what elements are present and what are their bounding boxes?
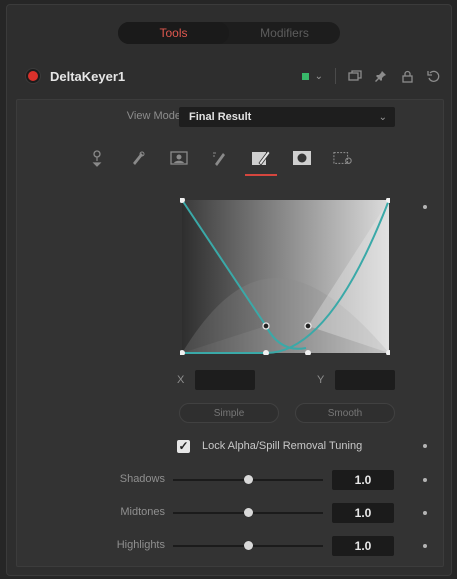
- lock-tuning-checkbox[interactable]: ✓: [177, 439, 190, 453]
- simple-button[interactable]: Simple: [179, 403, 279, 423]
- divider: [335, 68, 336, 84]
- tool-header[interactable]: DeltaKeyer1 ⌄: [16, 62, 442, 90]
- x-input[interactable]: [195, 370, 255, 390]
- shadows-reset-dot[interactable]: [423, 478, 427, 482]
- curve-reset-dot[interactable]: [423, 205, 427, 209]
- highlights-value-input[interactable]: 1.0: [332, 536, 394, 556]
- view-mode-label: View Mode: [126, 110, 181, 122]
- shadows-slider-handle[interactable]: [243, 475, 253, 484]
- page-icon-bar: [87, 148, 387, 176]
- lock-tuning-reset-dot[interactable]: [423, 444, 427, 448]
- midtones-slider-handle[interactable]: [243, 508, 253, 517]
- midtones-reset-dot[interactable]: [423, 511, 427, 515]
- lock-tuning-label: Lock Alpha/Spill Removal Tuning: [202, 440, 363, 452]
- pin-icon[interactable]: [374, 69, 388, 83]
- lock-tuning-row[interactable]: ✓ Lock Alpha/Spill Removal Tuning: [177, 437, 437, 455]
- reset-icon[interactable]: [426, 69, 440, 83]
- matte-icon[interactable]: [169, 148, 189, 168]
- curve-point-coordinates: X Y: [177, 370, 417, 392]
- controls-panel: View Mode Final Result ⌄ X Y Simple Smoo…: [16, 99, 444, 567]
- view-mode-row: View Mode Final Result ⌄: [17, 106, 443, 128]
- midtones-label: Midtones: [120, 506, 165, 518]
- tab-tools[interactable]: Tools: [118, 22, 229, 44]
- pre-matte-icon[interactable]: [128, 148, 148, 168]
- fringe-icon[interactable]: [210, 148, 230, 168]
- chevron-down-icon: ⌄: [378, 111, 387, 123]
- tool-enable-toggle[interactable]: [26, 69, 40, 83]
- highlights-label: Highlights: [116, 539, 165, 551]
- highlights-slider-handle[interactable]: [243, 541, 253, 550]
- midtones-value-input[interactable]: 1.0: [332, 503, 394, 523]
- curve-point: [262, 322, 270, 330]
- tuning-icon[interactable]: [245, 148, 277, 176]
- key-icon[interactable]: [87, 148, 107, 168]
- highlights-reset-dot[interactable]: [423, 544, 427, 548]
- view-mode-value: Final Result: [189, 111, 252, 123]
- shadows-slider-row: Shadows 1.0: [17, 470, 443, 490]
- chevron-down-icon[interactable]: ⌄: [315, 71, 323, 82]
- tab-modifiers[interactable]: Modifiers: [229, 22, 340, 44]
- mask-icon[interactable]: [292, 148, 312, 168]
- tool-name: DeltaKeyer1: [50, 68, 126, 84]
- y-input[interactable]: [335, 370, 395, 390]
- lock-icon[interactable]: [400, 69, 414, 83]
- view-mode-dropdown[interactable]: Final Result ⌄: [179, 107, 395, 127]
- settings-icon[interactable]: [333, 148, 353, 168]
- inspector-tabbar: Tools Modifiers: [118, 22, 340, 44]
- y-label: Y: [317, 374, 325, 386]
- color-tag-swatch[interactable]: [301, 72, 309, 80]
- curve-point: [304, 322, 312, 330]
- smooth-button[interactable]: Smooth: [295, 403, 395, 423]
- highlights-slider-row: Highlights 1.0: [17, 536, 443, 556]
- x-label: X: [177, 374, 185, 386]
- shadows-value-input[interactable]: 1.0: [332, 470, 394, 490]
- shadows-label: Shadows: [119, 473, 165, 485]
- curve-mode-buttons: Simple Smooth: [179, 403, 395, 423]
- version-icon[interactable]: [348, 69, 362, 83]
- midtones-slider-row: Midtones 1.0: [17, 503, 443, 523]
- tuning-curve-editor[interactable]: [179, 197, 392, 356]
